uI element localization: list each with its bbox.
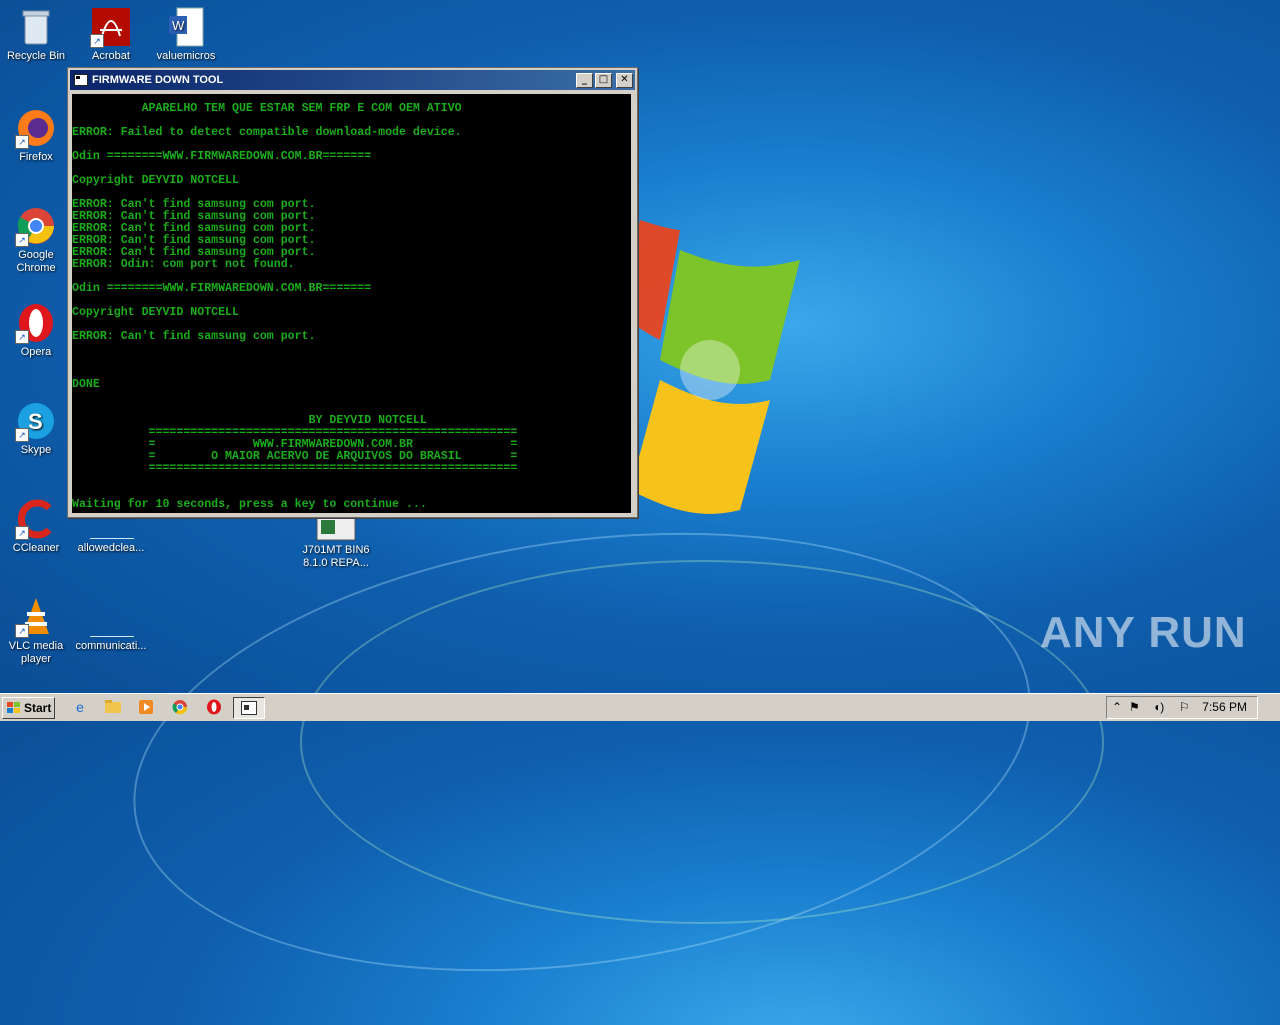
console-line: ========================================… bbox=[72, 462, 518, 475]
ccleaner-logo-icon: ↗ bbox=[15, 498, 57, 540]
word-document-icon: W bbox=[165, 6, 207, 48]
folder-icon[interactable] bbox=[104, 699, 122, 716]
ccleaner-icon[interactable]: ↗ CCleaner bbox=[0, 498, 72, 555]
skype-logo-icon: S ↗ bbox=[15, 400, 57, 442]
desktop-swirl bbox=[300, 560, 1104, 924]
console-line: ERROR: Failed to detect compatible downl… bbox=[72, 126, 462, 139]
firmware-down-tool-window[interactable]: FIRMWARE DOWN TOOL _ □ ✕ APARELHO TEM QU… bbox=[67, 67, 638, 518]
j701mt-file-icon[interactable]: J701MT BIN6 8.1.0 REPA... bbox=[300, 512, 372, 570]
window-title: FIRMWARE DOWN TOOL bbox=[92, 74, 224, 86]
show-hidden-icons-icon[interactable]: ⌃ bbox=[1112, 700, 1122, 714]
console-app-icon bbox=[74, 74, 88, 86]
minimize-button[interactable]: _ bbox=[576, 72, 593, 88]
internet-explorer-icon[interactable]: e bbox=[71, 699, 89, 716]
chrome-taskbar-icon[interactable] bbox=[171, 699, 189, 716]
console-line: ERROR: Odin: com port not found. bbox=[72, 258, 295, 271]
action-center-icon[interactable]: ⚑ bbox=[1129, 700, 1140, 714]
console-line: Odin ========WWW.FIRMWAREDOWN.COM.BR====… bbox=[72, 282, 372, 295]
start-button[interactable]: Start bbox=[2, 697, 55, 719]
network-flag-icon[interactable]: ⚐ bbox=[1179, 700, 1190, 714]
recycle-bin-icon[interactable]: Recycle Bin bbox=[0, 6, 72, 63]
svg-text:S: S bbox=[28, 409, 43, 434]
console-line: Copyright DEYVID NOTCELL bbox=[72, 174, 239, 187]
console-line: Copyright DEYVID NOTCELL bbox=[72, 306, 239, 319]
chrome-icon[interactable]: ↗ Google Chrome bbox=[0, 205, 72, 275]
windows-flag-icon bbox=[7, 702, 21, 714]
anyrun-watermark: ANY RUN bbox=[1040, 608, 1247, 657]
window-titlebar[interactable]: FIRMWARE DOWN TOOL _ □ ✕ bbox=[70, 70, 635, 90]
opera-taskbar-icon[interactable] bbox=[205, 699, 223, 716]
console-taskbar-button[interactable] bbox=[233, 697, 265, 719]
trash-icon bbox=[15, 6, 57, 48]
console-line: ERROR: Can't find samsung com port. bbox=[72, 330, 316, 343]
acrobat-logo-icon: ↗ bbox=[90, 6, 132, 48]
blank-file-icon bbox=[90, 596, 134, 638]
opera-logo-icon: ↗ bbox=[15, 302, 57, 344]
console-line: APARELHO TEM QUE ESTAR SEM FRP E COM OEM… bbox=[72, 102, 462, 115]
opera-icon[interactable]: ↗ Opera bbox=[0, 302, 72, 359]
skype-icon[interactable]: S ↗ Skype bbox=[0, 400, 72, 457]
valuemicros-icon[interactable]: W valuemicros bbox=[150, 6, 222, 63]
communicati-icon[interactable]: communicati... bbox=[75, 596, 147, 653]
console-window-icon bbox=[241, 701, 257, 715]
close-button[interactable]: ✕ bbox=[616, 72, 633, 88]
media-player-icon[interactable] bbox=[137, 699, 155, 716]
svg-text:W: W bbox=[172, 18, 185, 33]
console-line: Waiting for 10 seconds, press a key to c… bbox=[72, 498, 427, 511]
vlc-icon[interactable]: ↗ VLC media player bbox=[0, 596, 72, 666]
windows-logo bbox=[620, 220, 800, 514]
system-tray: ⌃ ⚑ ◖) ⚐ 7:56 PM bbox=[1106, 696, 1258, 719]
vlc-cone-icon: ↗ bbox=[15, 596, 57, 638]
console-line: DONE bbox=[72, 378, 100, 391]
acrobat-icon[interactable]: ↗ Acrobat bbox=[75, 6, 147, 63]
console-output[interactable]: APARELHO TEM QUE ESTAR SEM FRP E COM OEM… bbox=[72, 94, 631, 513]
firefox-logo-icon: ↗ bbox=[15, 107, 57, 149]
firefox-icon[interactable]: ↗ Firefox bbox=[0, 107, 72, 164]
volume-icon[interactable]: ◖) bbox=[1153, 700, 1164, 714]
maximize-button[interactable]: □ bbox=[595, 72, 612, 88]
console-line: Odin ========WWW.FIRMWAREDOWN.COM.BR====… bbox=[72, 150, 372, 163]
chrome-logo-icon: ↗ bbox=[15, 205, 57, 247]
clock[interactable]: 7:56 PM bbox=[1202, 700, 1247, 714]
taskbar: Start e ⌃ ⚑ ◖) ⚐ 7:56 PM bbox=[0, 693, 1280, 721]
